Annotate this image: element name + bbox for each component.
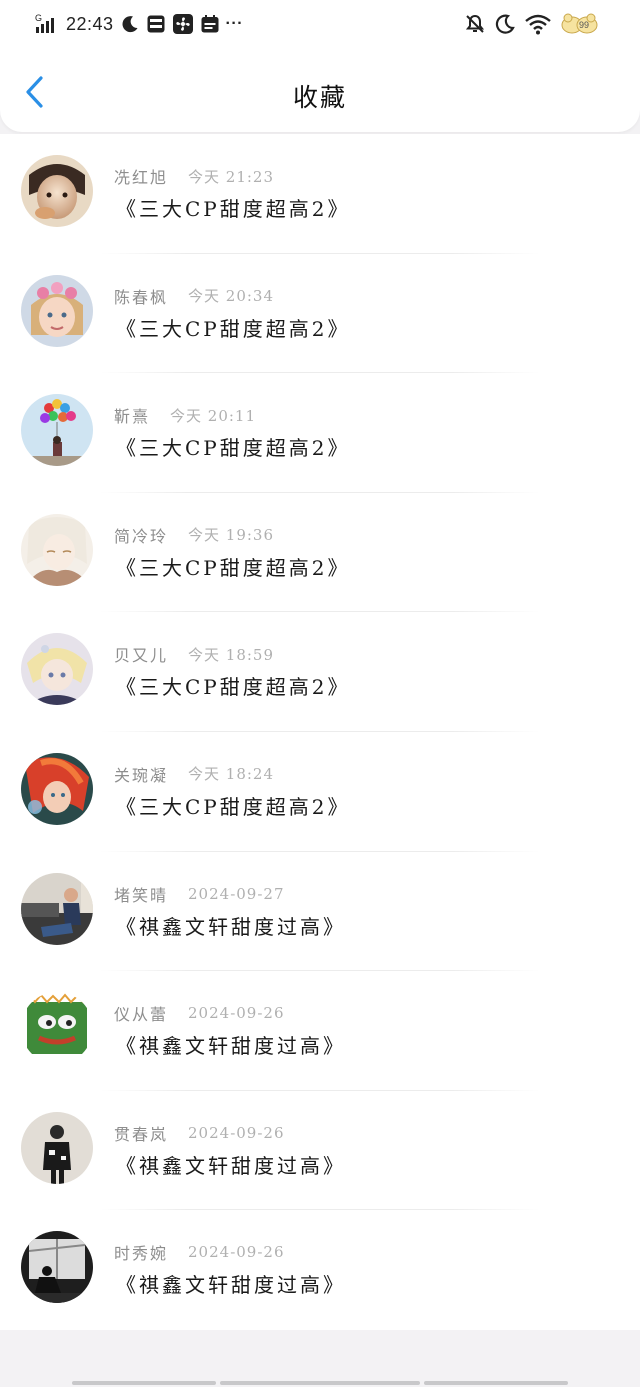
more-indicator: ···: [225, 15, 244, 32]
post-title[interactable]: 《三大CP甜度超高2》: [116, 552, 350, 581]
user-name: 靳熹: [114, 407, 151, 427]
user-name: 冼红旭: [114, 168, 169, 187]
list-item[interactable]: 简冷玲 今天 19:36 《三大CP甜度超高2》: [0, 493, 640, 613]
item-meta: 时秀婉 2024-09-26: [114, 1240, 285, 1264]
post-title[interactable]: 《祺鑫文轩甜度过高》: [116, 1150, 346, 1179]
item-meta: 贝又儿 今天 18:59: [114, 642, 274, 666]
svg-text:99: 99: [579, 20, 589, 30]
user-name: 时秀婉: [114, 1244, 169, 1264]
favorites-list: 冼红旭 今天 21:23 《三大CP甜度超高2》 陈春枫 今天 20:34 《三…: [0, 134, 640, 1330]
list-item[interactable]: 靳熹 今天 20:11 《三大CP甜度超高2》: [0, 373, 640, 493]
moon-icon: [120, 14, 140, 34]
list-item[interactable]: 关琬凝 今天 18:24 《三大CP甜度超高2》: [0, 732, 640, 852]
avatar[interactable]: [21, 1111, 93, 1184]
avatar[interactable]: [21, 274, 93, 347]
user-name: 贯春岚: [114, 1124, 169, 1144]
post-title[interactable]: 《三大CP甜度超高2》: [116, 671, 350, 700]
post-title[interactable]: 《祺鑫文轩甜度过高》: [116, 911, 346, 940]
item-meta: 陈春枫 今天 20:34: [114, 284, 274, 308]
bottom-area: [0, 1330, 640, 1387]
item-meta: 简冷玲 今天 19:36: [114, 523, 274, 547]
post-time: 今天 21:23: [188, 167, 275, 186]
avatar[interactable]: [21, 752, 93, 825]
list-item[interactable]: 贯春岚 2024-09-26 《祺鑫文轩甜度过高》: [0, 1091, 640, 1211]
fan-icon: [172, 13, 194, 35]
list-item[interactable]: 贝又儿 今天 18:59 《三大CP甜度超高2》: [0, 612, 640, 732]
post-time: 今天 20:11: [170, 406, 257, 425]
nav-indicator-right[interactable]: [424, 1381, 568, 1385]
list-item[interactable]: 时秀婉 2024-09-26 《祺鑫文轩甜度过高》: [0, 1210, 640, 1330]
post-time: 今天 19:36: [188, 526, 275, 545]
list-item[interactable]: 冼红旭 今天 21:23 《三大CP甜度超高2》: [0, 134, 640, 254]
signal-icon: G: [34, 13, 60, 35]
storage-icon: [146, 14, 166, 34]
post-time: 2024-09-27: [188, 884, 285, 903]
avatar[interactable]: [21, 155, 93, 227]
list-item[interactable]: 陈春枫 今天 20:34 《三大CP甜度超高2》: [0, 254, 640, 374]
post-time: 2024-09-26: [188, 1004, 285, 1023]
item-meta: 仪从蕾 2024-09-26: [114, 1001, 285, 1025]
status-left: G 22:43 ···: [34, 12, 243, 36]
item-meta: 堵笑晴 2024-09-27: [114, 882, 285, 906]
carrier-label: G: [35, 13, 42, 23]
status-right: 99: [464, 10, 600, 38]
post-time: 今天 18:59: [188, 645, 275, 664]
wifi-icon: [524, 13, 552, 35]
item-meta: 关琬凝 今天 18:24: [114, 762, 274, 786]
status-time: 22:43: [66, 13, 114, 34]
moon-icon: [494, 13, 516, 35]
avatar[interactable]: [21, 633, 93, 706]
item-meta: 贯春岚 2024-09-26: [114, 1121, 285, 1145]
user-name: 陈春枫: [114, 287, 169, 307]
list-item[interactable]: 仪从蕾 2024-09-26 《祺鑫文轩甜度过高》: [0, 971, 640, 1091]
avatar[interactable]: [21, 394, 93, 467]
post-title[interactable]: 《三大CP甜度超高2》: [116, 313, 350, 342]
item-meta: 冼红旭 今天 21:23: [114, 164, 274, 188]
avatar[interactable]: [21, 513, 93, 586]
list-item[interactable]: 堵笑晴 2024-09-27 《祺鑫文轩甜度过高》: [0, 852, 640, 972]
post-time: 2024-09-26: [188, 1243, 285, 1262]
post-title[interactable]: 《三大CP甜度超高2》: [116, 432, 350, 461]
avatar[interactable]: [21, 1231, 93, 1304]
page-title: 收藏: [292, 83, 347, 112]
post-title[interactable]: 《三大CP甜度超高2》: [116, 791, 350, 820]
user-name: 简冷玲: [114, 526, 169, 546]
favorites-screen: G 22:43 ··· 99 收藏 冼红旭 今天 21:23 《三大CP甜度超高…: [0, 0, 640, 1387]
battery-icon: 99: [560, 12, 600, 36]
nav-indicator-left[interactable]: [72, 1381, 216, 1385]
status-bar: G 22:43 ··· 99: [0, 0, 640, 50]
nav-indicator-center[interactable]: [220, 1381, 420, 1385]
user-name: 关琬凝: [114, 765, 169, 785]
user-name: 仪从蕾: [114, 1005, 169, 1025]
post-title[interactable]: 《祺鑫文轩甜度过高》: [116, 1030, 346, 1059]
post-title[interactable]: 《祺鑫文轩甜度过高》: [116, 1269, 346, 1298]
item-meta: 靳熹 今天 20:11: [114, 403, 256, 427]
calendar-icon: [200, 14, 220, 34]
post-time: 今天 18:24: [188, 765, 275, 784]
post-time: 2024-09-26: [188, 1123, 285, 1142]
avatar[interactable]: [21, 992, 93, 1065]
user-name: 堵笑晴: [114, 885, 169, 905]
post-time: 今天 20:34: [188, 287, 275, 306]
header: 收藏: [0, 50, 640, 132]
bell-muted-icon: [464, 13, 486, 35]
user-name: 贝又儿: [114, 646, 169, 666]
post-title[interactable]: 《三大CP甜度超高2》: [116, 193, 350, 222]
avatar[interactable]: [21, 872, 93, 945]
